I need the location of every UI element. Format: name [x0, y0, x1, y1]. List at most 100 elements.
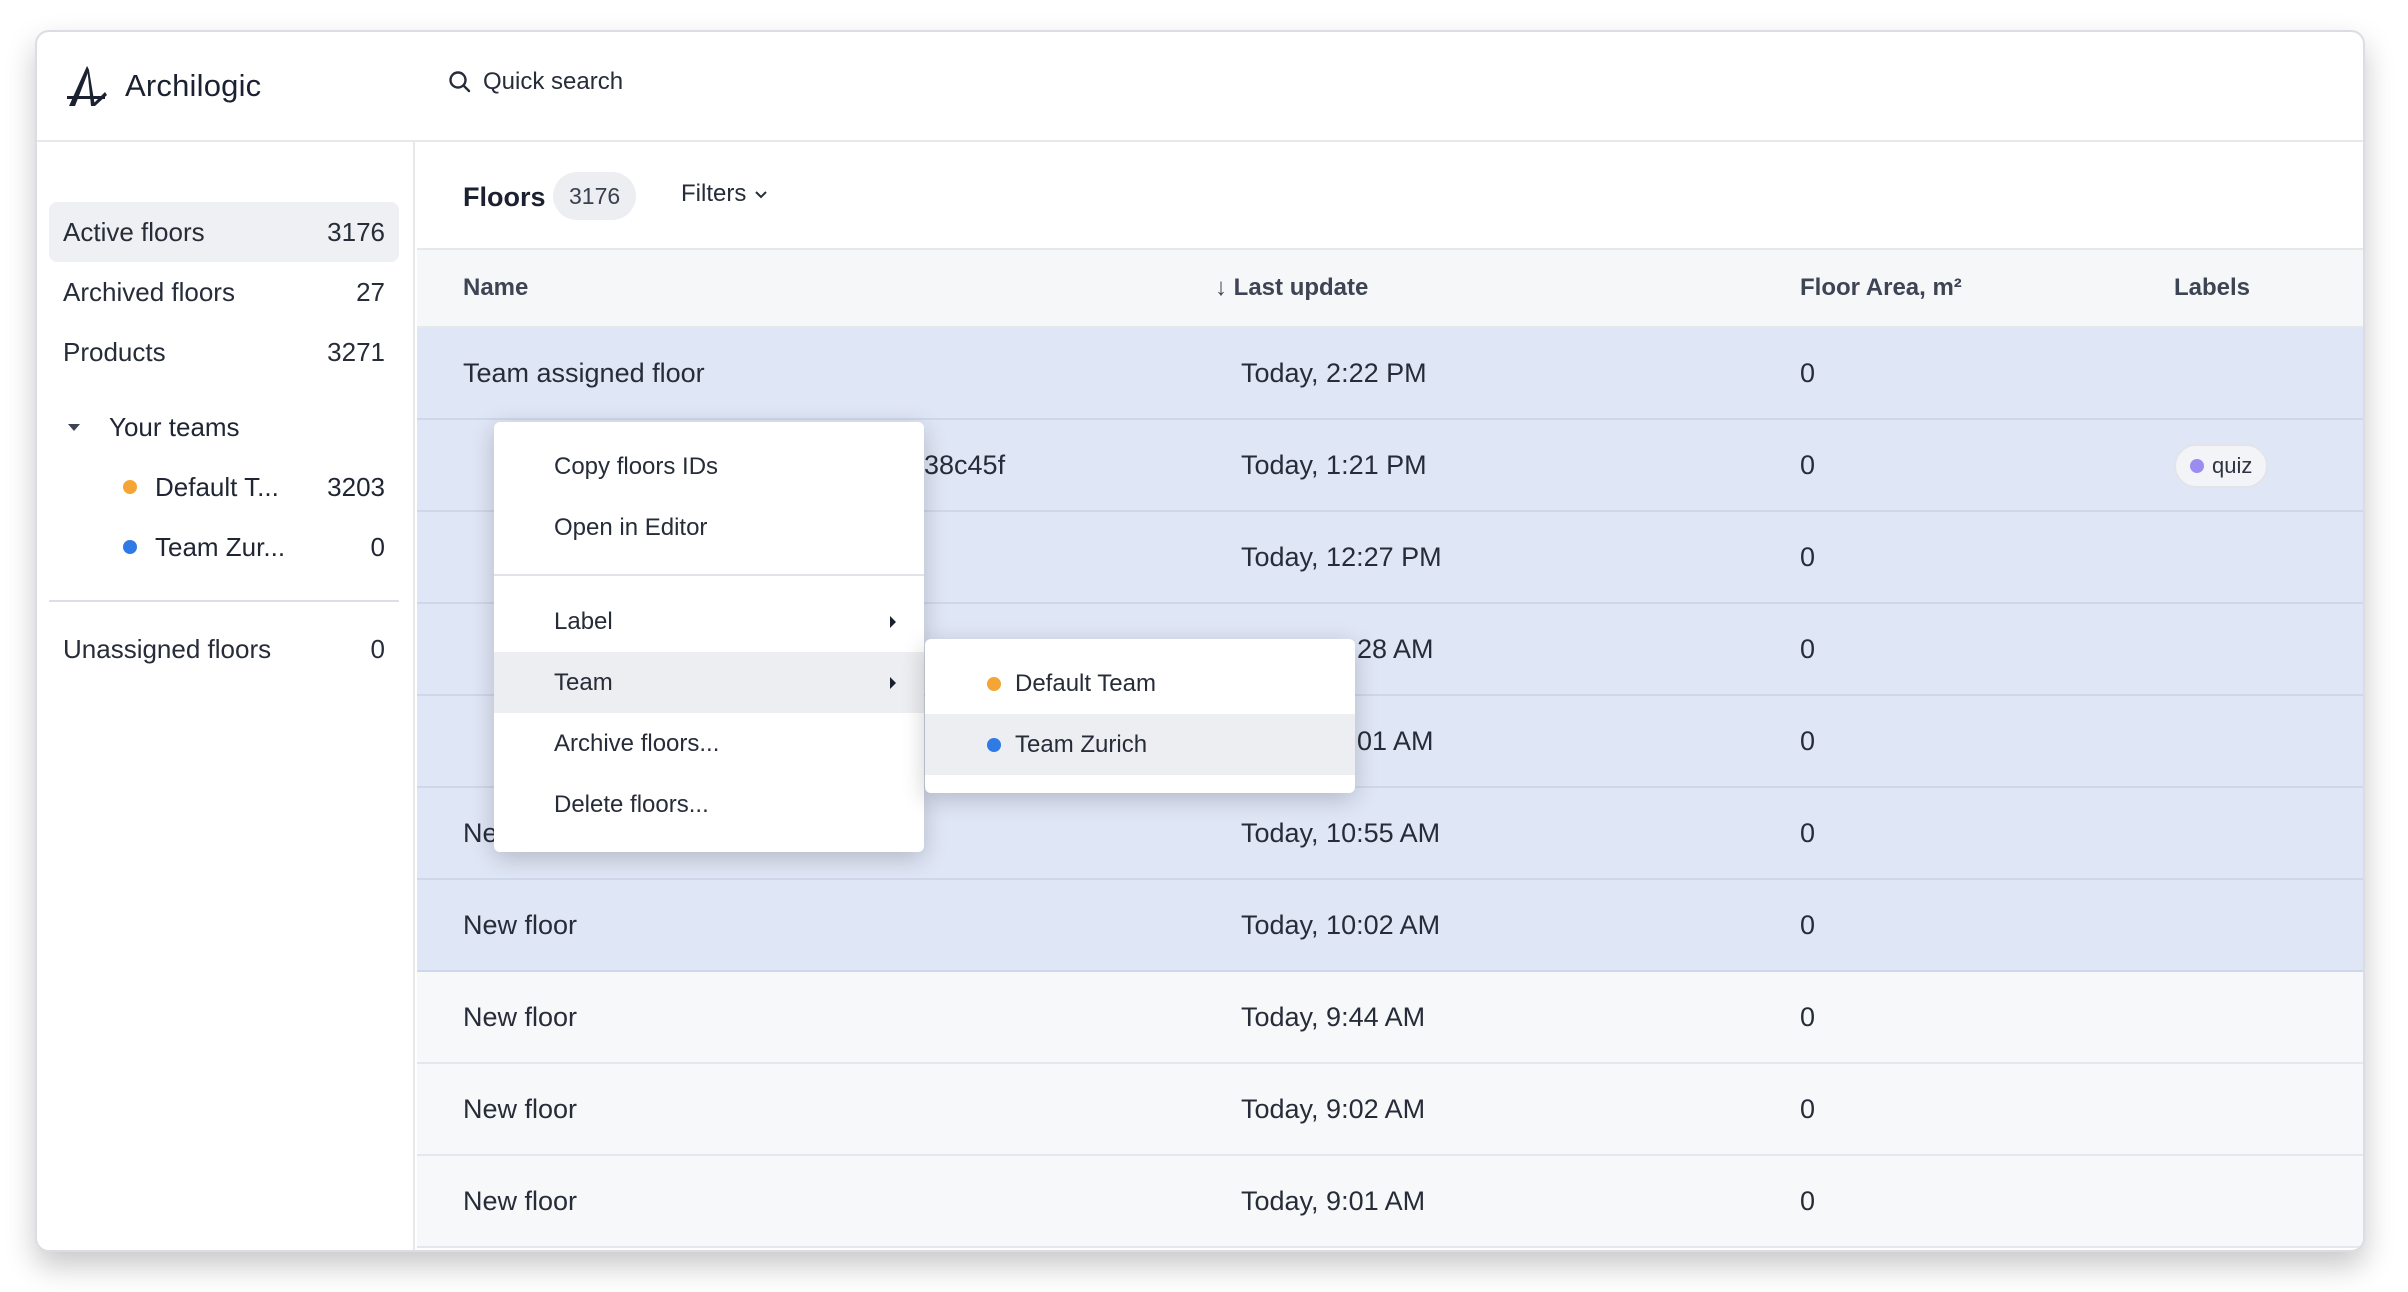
submenu-item-label: Default Team [1015, 669, 1156, 697]
sidebar-item-archived-floors[interactable]: Archived floors 27 [49, 262, 399, 322]
cell-name: 38c45f [924, 450, 1006, 480]
cell-last-update: Today, 9:44 AM [1241, 1002, 1426, 1032]
menu-item-team-text: Team [554, 668, 613, 696]
cell-last-update: Today, 9:02 AM [1241, 1094, 1426, 1124]
sort-arrow-icon: ↓ [1215, 274, 1227, 301]
table-row[interactable]: New floor Today, 9:01 AM 0 [417, 1156, 2363, 1248]
cell-floor-area: 0 [1800, 634, 1816, 664]
cell-name: New floor [463, 1094, 578, 1124]
team-label: Team Zur... [155, 531, 286, 562]
menu-item-label[interactable]: Label [494, 591, 924, 652]
cell-floor-area: 0 [1800, 1094, 1816, 1124]
submenu-item-label: Team Zurich [1015, 730, 1148, 758]
cell-last-update: Today, 12:27 PM [1241, 542, 1442, 572]
chevron-down-icon [755, 191, 768, 199]
column-header-last-update[interactable]: ↓ Last update [1215, 250, 1368, 326]
column-header-floor-area[interactable]: Floor Area, m² [1800, 250, 1962, 326]
cell-floor-area: 0 [1800, 542, 1816, 572]
sidebar-item-count: 3271 [327, 336, 385, 367]
team-color-dot-icon [987, 737, 1001, 752]
brand[interactable]: Archilogic [65, 62, 261, 110]
column-header-name[interactable]: Name [463, 250, 528, 326]
label-color-dot-icon [2190, 459, 2204, 473]
team-color-dot-icon [123, 480, 137, 494]
sidebar: Active floors 3176 Archived floors 27 Pr… [37, 142, 415, 1250]
cell-floor-area: 0 [1800, 450, 1816, 480]
cell-floor-area: 0 [1800, 910, 1816, 940]
sidebar-item-label: Products [63, 336, 166, 367]
app-window: Archilogic Quick search Active floors 31… [35, 30, 2365, 1252]
label-chip[interactable]: quiz [2174, 444, 2269, 488]
team-label: Default T... [155, 471, 279, 502]
sidebar-item-count: 3176 [327, 216, 385, 247]
archilogic-logo-icon [67, 66, 107, 106]
floors-count-badge: 3176 [553, 172, 637, 220]
submenu-item-default-team[interactable]: Default Team [925, 653, 1355, 714]
team-count: 3203 [327, 471, 385, 502]
menu-item-archive-floors[interactable]: Archive floors... [494, 713, 924, 774]
menu-item-label-text: Label [554, 607, 613, 635]
quick-search[interactable]: Quick search [447, 68, 623, 96]
table-row[interactable]: Team assigned floor Today, 2:22 PM 0 [417, 328, 2363, 420]
filters-label: Filters [681, 180, 747, 207]
sidebar-item-active-floors[interactable]: Active floors 3176 [49, 202, 399, 262]
menu-item-open-in-editor[interactable]: Open in Editor [494, 497, 924, 558]
cell-last-update: 28 AM [1357, 634, 1434, 664]
column-header-label: Last update [1233, 274, 1369, 301]
table-row[interactable]: New floor Today, 9:02 AM 0 [417, 1064, 2363, 1156]
cell-name: New floor [463, 1186, 578, 1216]
cell-name: Team assigned floor [463, 358, 705, 388]
caret-right-icon [890, 677, 896, 689]
top-bar: Archilogic Quick search [37, 32, 2363, 142]
cell-floor-area: 0 [1800, 358, 1816, 388]
table-header: Name ↓ Last update Floor Area, m² Labels [417, 250, 2363, 328]
page-title: Floors [463, 182, 546, 212]
cell-labels: quiz [2174, 444, 2269, 488]
cell-last-update: Today, 1:21 PM [1241, 450, 1427, 480]
table-row[interactable]: New floor Today, 10:02 AM 0 [417, 880, 2363, 972]
cell-last-update: Today, 10:55 AM [1241, 818, 1441, 848]
search-placeholder: Quick search [483, 68, 624, 95]
label-chip-text: quiz [2212, 453, 2253, 478]
sidebar-item-label: Archived floors [63, 276, 235, 307]
cell-last-update: 01 AM [1357, 726, 1434, 756]
submenu-item-team-zurich[interactable]: Team Zurich [925, 714, 1355, 775]
menu-item-copy-floor-ids[interactable]: Copy floors IDs [494, 436, 924, 497]
cell-name: New floor [463, 1002, 578, 1032]
menu-item-team[interactable]: Team [494, 652, 924, 713]
floors-header: Floors 3176 Filters [417, 142, 2363, 250]
your-teams-toggle[interactable]: Your teams [49, 397, 399, 457]
team-count: 0 [370, 531, 385, 562]
filters-button[interactable]: Filters [681, 180, 770, 208]
cell-floor-area: 0 [1800, 818, 1816, 848]
sidebar-item-unassigned-floors[interactable]: Unassigned floors 0 [49, 619, 399, 679]
team-color-dot-icon [123, 540, 137, 554]
sidebar-item-label: Active floors [63, 216, 205, 247]
team-color-dot-icon [987, 676, 1001, 691]
context-menu: Copy floors IDs Open in Editor Label Tea… [494, 422, 924, 852]
cell-name: New floor [463, 910, 578, 940]
cell-last-update: Today, 2:22 PM [1241, 358, 1427, 388]
app-name: Archilogic [125, 68, 262, 103]
sidebar-divider [49, 600, 399, 602]
sidebar-item-products[interactable]: Products 3271 [49, 322, 399, 382]
cell-floor-area: 0 [1800, 726, 1816, 756]
sidebar-team-default[interactable]: Default T... 3203 [49, 457, 399, 517]
menu-item-delete-floors[interactable]: Delete floors... [494, 774, 924, 835]
table-row[interactable]: New floor Today, 9:44 AM 0 [417, 972, 2363, 1064]
cell-floor-area: 0 [1800, 1002, 1816, 1032]
sidebar-item-count: 0 [370, 633, 385, 664]
search-icon [449, 71, 471, 93]
cell-last-update: Today, 9:01 AM [1241, 1186, 1426, 1216]
menu-divider [494, 574, 924, 576]
caret-down-icon [68, 424, 80, 431]
cell-last-update: Today, 10:02 AM [1241, 910, 1441, 940]
cell-floor-area: 0 [1800, 1186, 1816, 1216]
sidebar-team-zurich[interactable]: Team Zur... 0 [49, 517, 399, 577]
sidebar-item-count: 27 [356, 276, 385, 307]
sidebar-item-label: Unassigned floors [63, 633, 272, 664]
your-teams-heading: Your teams [109, 411, 240, 442]
column-header-labels[interactable]: Labels [2174, 250, 2250, 326]
team-submenu: Default Team Team Zurich [925, 639, 1355, 793]
caret-right-icon [890, 616, 896, 628]
